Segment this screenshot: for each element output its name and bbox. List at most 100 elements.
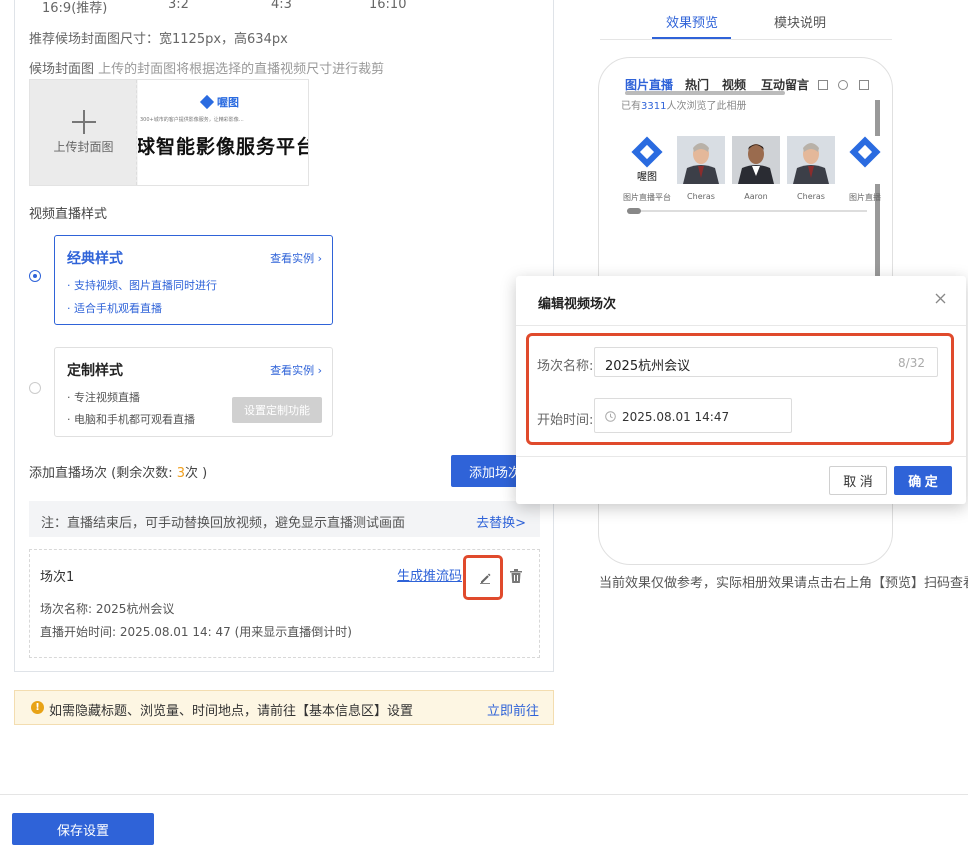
save-settings-button[interactable]: 保存设置 (12, 813, 154, 845)
photo-thumb (841, 136, 889, 184)
preview-note: 当前效果仅做参考，实际相册效果请点击右上角【预览】扫码查看 (599, 576, 968, 591)
photo-caption: 图片直播 (849, 193, 881, 202)
warning-icon: ! (31, 701, 44, 714)
session-title: 场次1 (40, 570, 75, 585)
style-feature: · 适合手机观看直播 (67, 302, 162, 315)
photo-thumb (732, 136, 780, 184)
active-tab-underline (652, 37, 731, 39)
start-time-picker[interactable]: 2025.08.01 14:47 (594, 398, 792, 433)
session-name-label: 场次名称: (537, 359, 594, 374)
tab-module-guide[interactable]: 模块说明 (774, 12, 826, 31)
logo-diamond-icon (199, 94, 215, 110)
cover-image-box: 上传封面图 喔图 300+城市的客户提供影像服务，让精彩影像… 球智能影像服务平… (29, 79, 309, 186)
edit-session-button[interactable] (463, 555, 503, 600)
svg-text:喔图: 喔图 (637, 171, 657, 183)
viewer-number: 3311 (641, 101, 667, 112)
session-count-prefix: 添加直播场次 (剩余次数: (29, 466, 177, 481)
cover-label-text: 候场封面图 (29, 62, 95, 77)
delete-icon[interactable] (510, 569, 522, 583)
ratio-option-3-2[interactable]: 3:2 (168, 0, 189, 12)
set-custom-feature-button[interactable]: 设置定制功能 (232, 397, 322, 423)
cover-label: 候场封面图 上传的封面图将根据选择的直播视频尺寸进行裁剪 (29, 58, 384, 77)
replay-note-bar: 注：直播结束后，可手动替换回放视频，避免显示直播测试画面 去替换> (29, 501, 540, 537)
preview-tabs: 效果预览 模块说明 (600, 0, 892, 40)
dialog-footer-divider (516, 456, 966, 457)
replay-note-text: 注：直播结束后，可手动替换回放视频，避免显示直播测试画面 (41, 516, 406, 531)
edit-session-dialog: 编辑视频场次 场次名称: 2025杭州会议 8/32 开始时间: 2025.08… (516, 276, 966, 504)
photo-thumb (787, 136, 835, 184)
scroll-track (627, 210, 867, 212)
style-feature: · 电脑和手机都可观看直播 (67, 413, 195, 426)
photo-strip-scrollbar (617, 208, 869, 214)
plus-icon (72, 110, 96, 134)
dialog-title: 编辑视频场次 (538, 297, 617, 312)
logo-icon (849, 136, 881, 168)
photo-caption: 图片直播平台 (623, 193, 671, 202)
style-feature: · 专注视频直播 (67, 391, 140, 404)
style-card-title: 定制样式 (67, 363, 123, 379)
confirm-button[interactable]: 确 定 (894, 466, 952, 495)
banner-title: 球智能影像服务平台 (138, 136, 309, 158)
style-feature: · 支持视频、图片直播同时进行 (67, 279, 217, 292)
ratio-option-16-10[interactable]: 16:10 (369, 0, 406, 12)
photo-thumb: 喔图 (623, 136, 671, 184)
cover-preview-image: 喔图 300+城市的客户提供影像服务，让精彩影像… 球智能影像服务平台 (138, 80, 309, 185)
qr-icon (859, 80, 869, 90)
session-count-suffix: 次 ) (185, 466, 208, 481)
warning-text: 如需隐藏标题、浏览量、时间地点，请前往【基本信息区】设置 (49, 704, 414, 719)
photo-caption: Aaron (744, 192, 768, 201)
banner-logo: 喔图 (199, 94, 239, 110)
session-name-value: 2025杭州会议 (605, 359, 691, 374)
cover-label-hint: 上传的封面图将根据选择的直播视频尺寸进行裁剪 (98, 62, 385, 77)
start-time-value: 2025.08.01 14:47 (622, 410, 730, 424)
live-style-title: 视频直播样式 (29, 207, 108, 222)
session-name-input[interactable]: 2025杭州会议 8/32 (594, 347, 938, 377)
viewer-suffix: 人次浏览了此相册 (666, 101, 747, 112)
radio-classic-style[interactable] (29, 270, 41, 282)
go-replace-link[interactable]: 去替换> (476, 512, 526, 531)
add-session-button[interactable]: 添加场次 (451, 455, 521, 487)
tab-effect-preview[interactable]: 效果预览 (666, 12, 718, 31)
edit-icon (480, 573, 491, 584)
session-name-line: 场次名称: 2025杭州会议 (40, 602, 175, 616)
banner-subtitle: 300+城市的客户提供影像服务，让精彩影像… (140, 117, 244, 123)
dialog-divider (516, 325, 966, 326)
upload-cover-button[interactable]: 上传封面图 (30, 80, 137, 185)
footer-bar: 保存设置 (0, 794, 968, 854)
start-time-label: 开始时间: (537, 413, 594, 428)
ratio-option-16-9[interactable]: 16:9(推荐) (42, 0, 107, 16)
phone-tab-scrollbar (625, 91, 785, 95)
close-icon[interactable] (935, 293, 946, 304)
viewer-prefix: 已有 (621, 101, 641, 112)
banner-brand: 喔图 (217, 96, 239, 109)
radio-custom-style[interactable] (29, 382, 41, 394)
style-card-classic[interactable]: 经典样式 查看实例 › · 支持视频、图片直播同时进行 · 适合手机观看直播 (54, 235, 333, 325)
cancel-button[interactable]: 取 消 (829, 466, 887, 495)
logo-icon: 喔图 (631, 136, 663, 183)
photo-caption: Cheras (797, 192, 825, 201)
photo-caption: Cheras (687, 192, 715, 201)
person-photo-icon (677, 136, 725, 184)
session-count-label: 添加直播场次 (剩余次数: 3次 ) (29, 462, 207, 481)
photo-thumb (677, 136, 725, 184)
clock-icon (605, 411, 616, 422)
person-photo-icon (732, 136, 780, 184)
photo-strip: 喔图 图片直播平台 Cheras Aaron Cheras 图片直播 (621, 136, 889, 206)
view-example-link[interactable]: 查看实例 › (270, 250, 322, 266)
generate-stream-code-link[interactable]: 生成推流码 (397, 565, 462, 584)
remaining-count: 3 (176, 466, 185, 481)
globe-icon (838, 80, 848, 90)
char-counter: 8/32 (898, 356, 925, 370)
ratio-option-4-3[interactable]: 4:3 (271, 0, 292, 12)
cover-size-tip: 推荐候场封面图尺寸：宽1125px，高634px (29, 32, 288, 47)
session-card: 场次1 生成推流码 场次名称: 2025杭州会议 直播开始时间: 2025.08… (29, 549, 540, 658)
go-now-link[interactable]: 立即前往 (487, 700, 539, 719)
style-card-title: 经典样式 (67, 251, 123, 267)
viewer-count: 已有3311人次浏览了此相册 (621, 97, 746, 112)
view-example-link[interactable]: 查看实例 › (270, 362, 322, 378)
phone-vertical-scrollbar (875, 100, 880, 280)
person-photo-icon (787, 136, 835, 184)
scroll-thumb (627, 208, 641, 214)
grid-icon (818, 80, 828, 90)
style-card-custom[interactable]: 定制样式 查看实例 › · 专注视频直播 · 电脑和手机都可观看直播 设置定制功… (54, 347, 333, 437)
